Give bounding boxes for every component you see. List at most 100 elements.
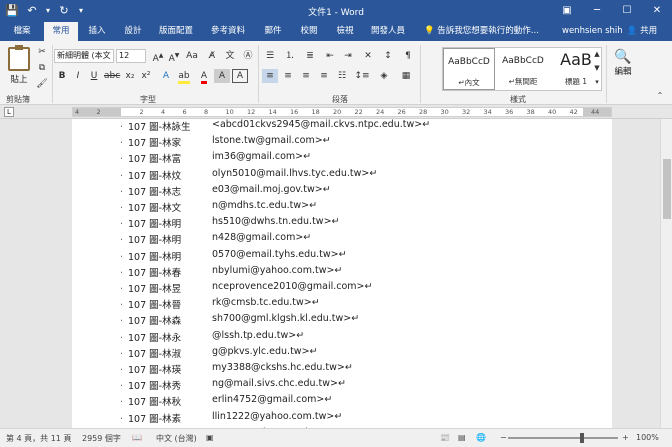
list-item[interactable]: · 107 圖-林昱 nceprovence2010@gmail.com>↵ xyxy=(120,281,372,297)
zoom-in-button[interactable]: + xyxy=(622,433,629,442)
shading-icon[interactable]: ◈ xyxy=(376,69,392,83)
close-button[interactable]: ✕ xyxy=(642,0,672,22)
document-area[interactable]: · 107 圖-林詠生 <abcd01ckvs2945@mail.ckvs.ntpc… xyxy=(0,119,660,428)
cut-icon[interactable]: ✂ xyxy=(34,45,50,59)
subscript-icon[interactable]: x₂ xyxy=(122,69,138,83)
web-layout-icon[interactable]: 🌐 xyxy=(476,433,486,442)
tab-file[interactable]: 檔案 xyxy=(4,22,40,41)
list-item[interactable]: · 107 圖-林永 @lssh.tp.edu.tw>↵ xyxy=(120,330,304,346)
collapse-ribbon-icon[interactable]: ⌃ xyxy=(652,89,668,103)
tab-references[interactable]: 參考資料 xyxy=(206,22,250,41)
bold-icon[interactable]: B xyxy=(54,69,70,83)
grow-font-icon[interactable]: A▲ xyxy=(150,49,166,64)
decrease-indent-icon[interactable]: ⇤ xyxy=(322,49,338,63)
share-button[interactable]: 👤 共用 xyxy=(620,22,664,41)
phonetic-guide-icon[interactable]: 文 xyxy=(222,49,238,63)
style-normal[interactable]: AaBbCcD ↵內文 xyxy=(443,48,495,90)
tab-view[interactable]: 檢視 xyxy=(330,22,360,41)
list-item[interactable]: · 107 圖-林明 0570@email.tyhs.edu.tw>↵ xyxy=(120,249,347,265)
change-case-icon[interactable]: Aa xyxy=(184,49,200,63)
increase-indent-icon[interactable]: ⇥ xyxy=(340,49,356,63)
minimize-button[interactable]: ─ xyxy=(582,0,612,22)
list-item[interactable]: · 107 圖-林詠生 <abcd01ckvs2945@mail.ckvs.ntpc… xyxy=(120,119,430,135)
tab-insert[interactable]: 插入 xyxy=(82,22,112,41)
list-item[interactable]: · 107 圖-林瑛 my3388@ckshs.hc.edu.tw>↵ xyxy=(120,362,353,378)
tab-layout[interactable]: 版面配置 xyxy=(154,22,198,41)
font-name-combo[interactable]: 新細明體 (本文 xyxy=(54,49,114,63)
styles-scroll-up-icon[interactable]: ▲ xyxy=(592,47,602,61)
page-count[interactable]: 第 4 頁，共 11 頁 xyxy=(6,433,71,444)
copy-icon[interactable]: ⧉ xyxy=(34,61,50,75)
list-item[interactable]: · 107 圖-林素 llin1222@yahoo.com.tw>↵ xyxy=(120,411,342,427)
sort-icon[interactable]: ↕ xyxy=(380,49,396,63)
numbering-icon[interactable]: ⒈ xyxy=(282,49,298,63)
line-spacing-icon[interactable]: ↕≡ xyxy=(354,69,370,83)
editing-button[interactable]: 🔍 編輯 xyxy=(610,49,636,77)
align-right-icon[interactable]: ≡ xyxy=(298,69,314,83)
justify-icon[interactable]: ≡ xyxy=(316,69,332,83)
user-name[interactable]: wenhsien shih xyxy=(562,22,623,41)
document-page[interactable]: · 107 圖-林詠生 <abcd01ckvs2945@mail.ckvs.ntpc… xyxy=(72,119,612,428)
tab-mailings[interactable]: 郵件 xyxy=(258,22,288,41)
italic-icon[interactable]: I xyxy=(70,69,86,83)
highlight-icon[interactable]: ab xyxy=(176,69,192,84)
proofing-icon[interactable]: 📖 xyxy=(132,433,142,442)
zoom-out-button[interactable]: − xyxy=(500,433,507,442)
language[interactable]: 中文 (台灣) xyxy=(156,433,197,444)
borders-icon[interactable]: ▦ xyxy=(398,69,414,83)
enclose-char-icon[interactable]: Ⓐ xyxy=(240,49,256,63)
underline-icon[interactable]: U xyxy=(86,69,102,83)
list-item[interactable]: · 107 圖-林文 n@mdhs.tc.edu.tw>↵ xyxy=(120,200,317,216)
font-color-icon[interactable]: A xyxy=(196,69,212,84)
text-effects-icon[interactable]: A xyxy=(158,69,174,83)
style-no-spacing[interactable]: AaBbCcD ↵無間距 xyxy=(497,48,549,90)
zoom-slider-thumb[interactable] xyxy=(580,433,584,443)
word-count[interactable]: 2959 個字 xyxy=(82,433,121,444)
list-item[interactable]: · 107 圖-林晉 rk@cmsb.tc.edu.tw>↵ xyxy=(120,297,320,313)
macro-record-icon[interactable]: ▣ xyxy=(206,433,214,442)
ribbon-display-options-button[interactable]: ▣ xyxy=(552,0,582,22)
vertical-scrollbar[interactable] xyxy=(660,119,672,428)
clear-formatting-icon[interactable]: A̸ xyxy=(204,49,220,63)
list-item[interactable]: · 107 圖-林志 e03@mail.moj.gov.tw>↵ xyxy=(120,184,331,200)
font-size-combo[interactable]: 12 xyxy=(116,49,146,63)
bullets-icon[interactable]: ☰ xyxy=(262,49,278,63)
tell-me-search[interactable]: 💡 告訴我您想要執行的動作... xyxy=(424,22,539,41)
scroll-thumb[interactable] xyxy=(663,159,671,219)
tab-home[interactable]: 常用 xyxy=(44,22,78,41)
superscript-icon[interactable]: x² xyxy=(138,69,154,83)
zoom-slider[interactable] xyxy=(508,437,618,439)
multilevel-list-icon[interactable]: ≣ xyxy=(302,49,318,63)
styles-more-icon[interactable]: ▾ xyxy=(592,75,602,89)
print-layout-icon[interactable]: ▤ xyxy=(458,433,466,442)
shrink-font-icon[interactable]: A▼ xyxy=(166,49,182,64)
styles-scroll-down-icon[interactable]: ▼ xyxy=(592,61,602,75)
read-mode-icon[interactable]: 📰 xyxy=(440,433,450,442)
list-item[interactable]: · 107 圖-林秋 erlin4752@gmail.com>↵ xyxy=(120,394,332,410)
tab-selector[interactable]: L xyxy=(4,107,14,117)
list-item[interactable]: · 107 圖-林春 nbylumi@yahoo.com.tw>↵ xyxy=(120,265,342,281)
align-left-icon[interactable]: ≡ xyxy=(262,69,278,83)
tab-review[interactable]: 校閱 xyxy=(294,22,324,41)
tab-developer[interactable]: 開發人員 xyxy=(366,22,410,41)
format-painter-icon[interactable]: 🖌 xyxy=(34,77,50,91)
show-marks-icon[interactable]: ¶ xyxy=(400,49,416,63)
char-border-icon[interactable]: A xyxy=(232,69,248,83)
asian-layout-icon[interactable]: ✕ xyxy=(360,49,376,63)
horizontal-ruler[interactable]: L 4 2 2 4 6 8 10 12 14 16 18 20 22 24 26 28 30 32 34 36 38 40… xyxy=(0,105,672,119)
tab-design[interactable]: 設計 xyxy=(118,22,148,41)
char-shading-icon[interactable]: A xyxy=(214,69,230,83)
list-item[interactable]: · 107 圖-林森 sh700@gml.klgsh.kl.edu.tw>↵ xyxy=(120,313,359,329)
list-item[interactable]: · 107 圖-林家 lstone.tw@gmail.com>↵ xyxy=(120,135,331,151)
list-item[interactable]: · 107 圖-林秀 ng@mail.sivs.chc.edu.tw>↵ xyxy=(120,378,346,394)
list-item[interactable]: · 107 圖-林明 hs510@dwhs.tn.edu.tw>↵ xyxy=(120,216,340,232)
list-item[interactable]: · 107 圖-林淑 g@pkvs.ylc.edu.tw>↵ xyxy=(120,346,318,362)
list-item[interactable]: · 107 圖-林明 n428@gmail.com>↵ xyxy=(120,232,311,248)
zoom-level[interactable]: 100% xyxy=(636,433,659,442)
distributed-icon[interactable]: ☷ xyxy=(334,69,350,83)
align-center-icon[interactable]: ≡ xyxy=(280,69,296,83)
list-item[interactable]: · 107 圖-林富 im36@gmail.com>↵ xyxy=(120,151,311,167)
list-item[interactable]: · 107 圖-林炆 olyn5010@mail.lhvs.tyc.edu.tw>↵ xyxy=(120,168,377,184)
maximize-button[interactable]: ☐ xyxy=(612,0,642,22)
paste-button[interactable]: 貼上 xyxy=(6,45,32,85)
